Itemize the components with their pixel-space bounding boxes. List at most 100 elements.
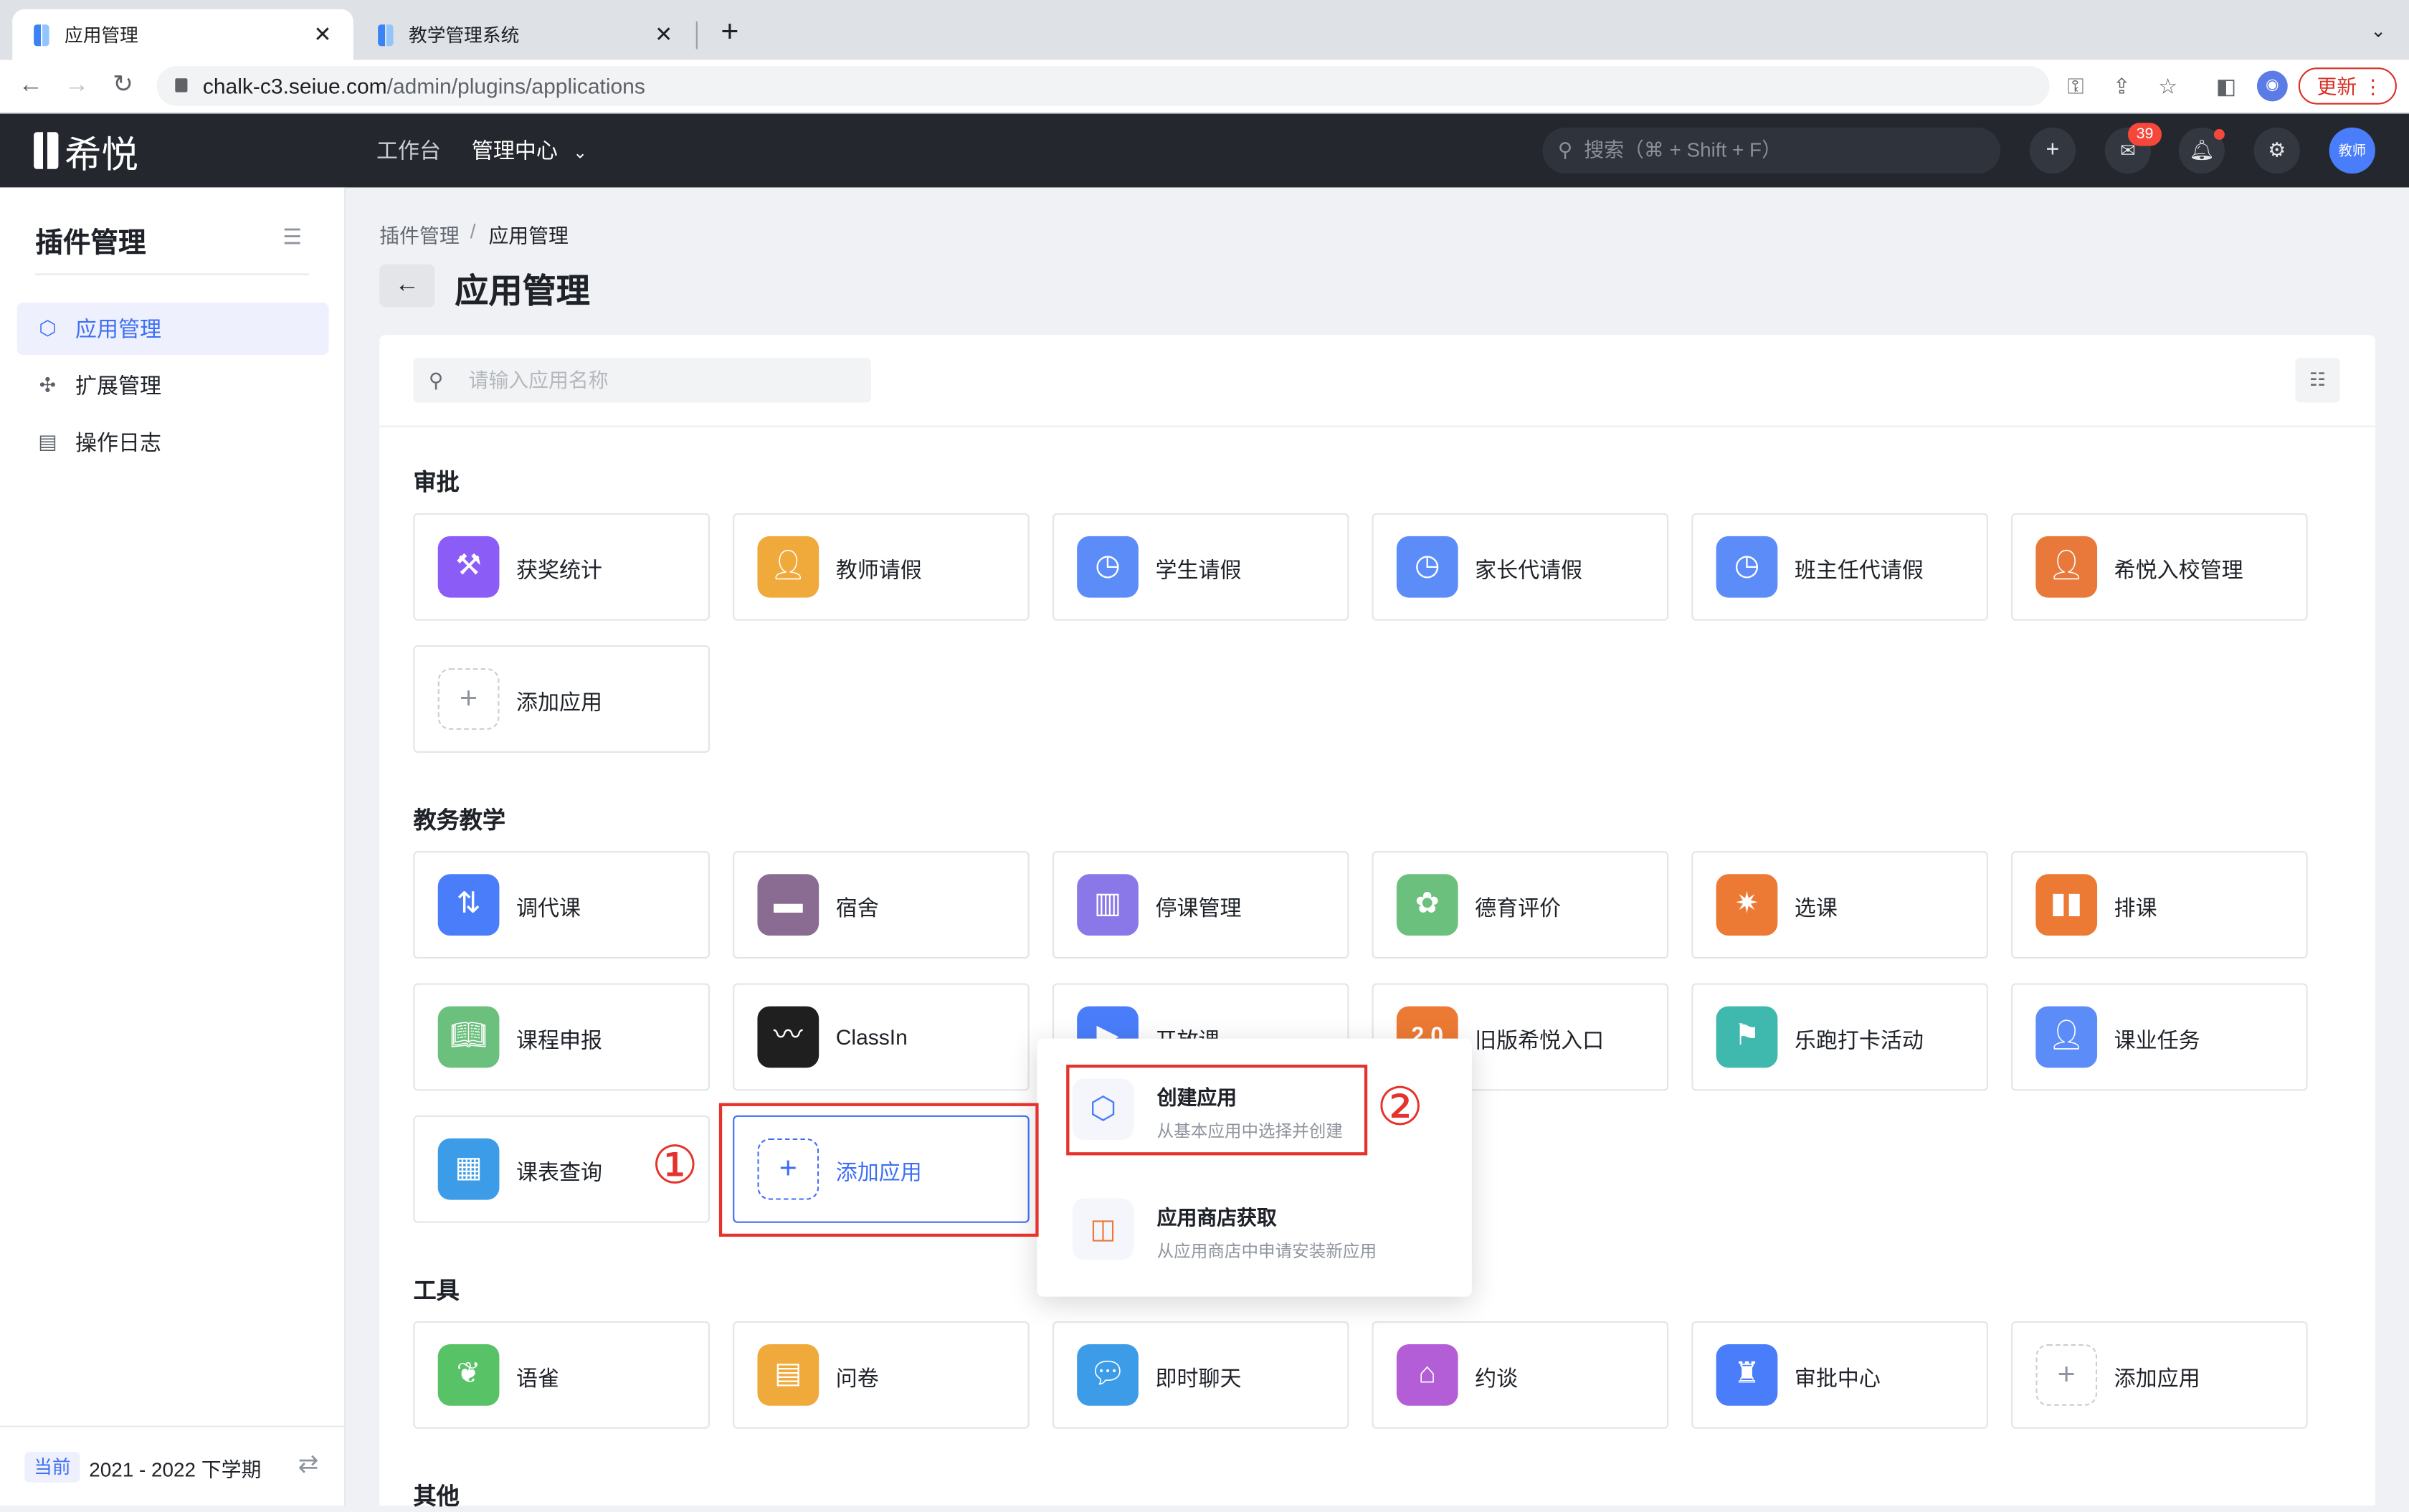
yuque-bird-icon: ❦ [437,1344,500,1406]
app-card[interactable]: ✷ 选课 [1691,851,1988,959]
clock-icon: ◷ [1396,536,1458,598]
app-card[interactable]: 〰 ClassIn [733,983,1030,1091]
chat-bubble-icon: 💬︎ [1077,1344,1139,1406]
app-search-input[interactable]: ⚲ 请输入应用名称 [413,358,872,403]
nav-workbench[interactable]: 工作台 [376,135,441,166]
update-button[interactable]: 更新 ⋮ [2298,67,2397,105]
sidebar-item-extensions[interactable]: ✣ 扩展管理 [17,359,329,412]
logo[interactable]: 希悦 [34,129,138,176]
side-panel-icon[interactable]: ◧ [2213,72,2241,100]
settings-icon[interactable]: ⚙ [2253,127,2300,174]
app-card[interactable]: 📖︎ 课程申报 [413,983,711,1091]
key-icon[interactable]: ⚿ [2062,72,2090,100]
global-search-placeholder: 搜索（⌘ + Shift + F） [1584,138,1782,162]
reload-icon[interactable]: ↻ [106,69,140,103]
share-icon[interactable]: ⇪ [2108,72,2136,100]
timetable-icon: ▦ [437,1138,500,1200]
app-card[interactable]: ▬ 宿舍 [733,851,1030,959]
app-name: 乐跑打卡活动 [1794,1027,1924,1052]
sidebar-item-logs[interactable]: ▤ 操作日志 [17,417,329,469]
star-icon[interactable]: ☆ [2154,72,2182,100]
annotation-step1: ① [651,1136,698,1196]
app-card[interactable]: ⌂ 约谈 [1372,1321,1669,1429]
sidebar-item-label: 扩展管理 [75,373,162,399]
swap-icon[interactable]: ⇄ [298,1449,319,1480]
back-button[interactable]: ← [379,264,435,308]
app-card[interactable]: ⇅ 调代课 [413,851,711,959]
global-search[interactable]: ⚲ 搜索（⌘ + Shift + F） [1542,127,2001,174]
app-name: 选课 [1794,895,1838,921]
message-count-badge: 39 [2127,123,2162,146]
classin-logo-icon: 〰 [757,1006,819,1068]
term-switcher[interactable]: 当前 2021 - 2022 下学期 ⇄ [0,1425,345,1508]
section-title: 工具 [413,1278,460,1305]
app-card[interactable]: 💬︎ 即时聊天 [1052,1321,1349,1429]
app-icon: ⬡ [39,316,57,340]
tab-search-chevron-icon[interactable]: ⌄ [2366,19,2390,43]
add-app-label: 添加应用 [2114,1366,2200,1391]
add-app-label: 添加应用 [516,690,603,715]
filter-settings-icon[interactable]: ☷ [2295,358,2340,403]
schedule-bars-icon: ▮▮ [2035,874,2098,936]
puzzle-icon: ✣ [39,373,57,396]
book-open-icon: ▥ [1077,874,1139,936]
logo-mark-icon [34,132,59,169]
current-term-badge: 当前 [24,1452,80,1483]
add-app-button[interactable]: + 添加应用 [413,645,711,753]
chair-icon: ⌂ [1396,1344,1458,1406]
close-icon[interactable]: ✕ [310,22,335,47]
app-name: 问卷 [835,1366,879,1391]
browser-tab[interactable]: 教学管理系统 ✕ [356,9,694,60]
sidebar-item-label: 应用管理 [75,316,162,341]
app-name: 旧版希悦入口 [1475,1027,1605,1052]
sidebar-item-apps[interactable]: ⬡ 应用管理 [16,303,329,356]
app-card[interactable]: 👤︎ 教师请假 [733,513,1030,621]
plus-icon: + [437,668,500,730]
person-clock-icon: 👤︎ [2035,536,2098,598]
address-bar[interactable]: chalk-c3.seiue.com/admin/plugins/applica… [156,66,2177,106]
more-vert-icon: ⋮ [2362,75,2383,99]
app-card[interactable]: ✿ 德育评价 [1372,851,1669,959]
app-card[interactable]: ▤ 问卷 [733,1321,1030,1429]
person-clock-icon: 👤︎ [2035,1006,2098,1068]
profile-avatar-icon[interactable]: ◉ [2256,70,2288,102]
app-card[interactable]: ▥ 停课管理 [1052,851,1349,959]
app-card[interactable]: ❦ 语雀 [413,1321,711,1429]
create-plus-button[interactable]: + [2029,127,2076,174]
app-card[interactable]: ◷ 班主任代请假 [1691,513,1988,621]
section-title: 审批 [413,470,460,497]
close-icon[interactable]: ✕ [652,22,676,47]
collapse-menu-icon[interactable]: ☰ [282,224,302,250]
app-store-option[interactable]: 应用商店获取 [1157,1202,1277,1231]
app-card[interactable]: ⚑ 乐跑打卡活动 [1691,983,1988,1091]
app-name: 即时聊天 [1155,1366,1242,1391]
annotation-box-step1 [718,1103,1039,1237]
app-card[interactable]: ⚒ 获奖统计 [413,513,711,621]
annotation-step2: ② [1377,1078,1424,1137]
panel-divider [379,425,2375,427]
app-search-placeholder: 请输入应用名称 [468,369,609,392]
user-avatar[interactable]: 教师 [2329,127,2375,174]
back-arrow-icon[interactable]: ← [14,69,47,103]
survey-icon: ▤ [757,1344,819,1406]
chevron-down-icon: ⌄ [573,144,588,163]
app-card[interactable]: ▮▮ 排课 [2011,851,2308,959]
log-icon: ▤ [38,430,57,454]
forward-arrow-icon[interactable]: → [60,69,94,103]
person-clock-icon: 👤︎ [757,536,819,598]
breadcrumb-item[interactable]: 插件管理 [379,219,459,249]
sidebar-divider [35,273,309,275]
app-card[interactable]: ◷ 家长代请假 [1372,513,1669,621]
add-app-button[interactable]: + 添加应用 [2011,1321,2308,1429]
nav-admin-center[interactable]: 管理中心 ⌄ [472,135,587,166]
app-name: 学生请假 [1155,557,1242,583]
app-card[interactable]: 👤︎ 希悦入校管理 [2011,513,2308,621]
app-name: 课业任务 [2114,1027,2200,1052]
app-card[interactable]: 👤︎ 课业任务 [2011,983,2308,1091]
app-card[interactable]: ◷ 学生请假 [1052,513,1349,621]
app-card[interactable]: ♜ 审批中心 [1691,1321,1988,1429]
new-tab-plus-icon[interactable]: + [713,15,746,49]
swap-doc-icon: ⇅ [437,874,500,936]
breadcrumb-separator: / [470,219,476,243]
browser-tab-active[interactable]: 应用管理 ✕ [12,9,353,60]
